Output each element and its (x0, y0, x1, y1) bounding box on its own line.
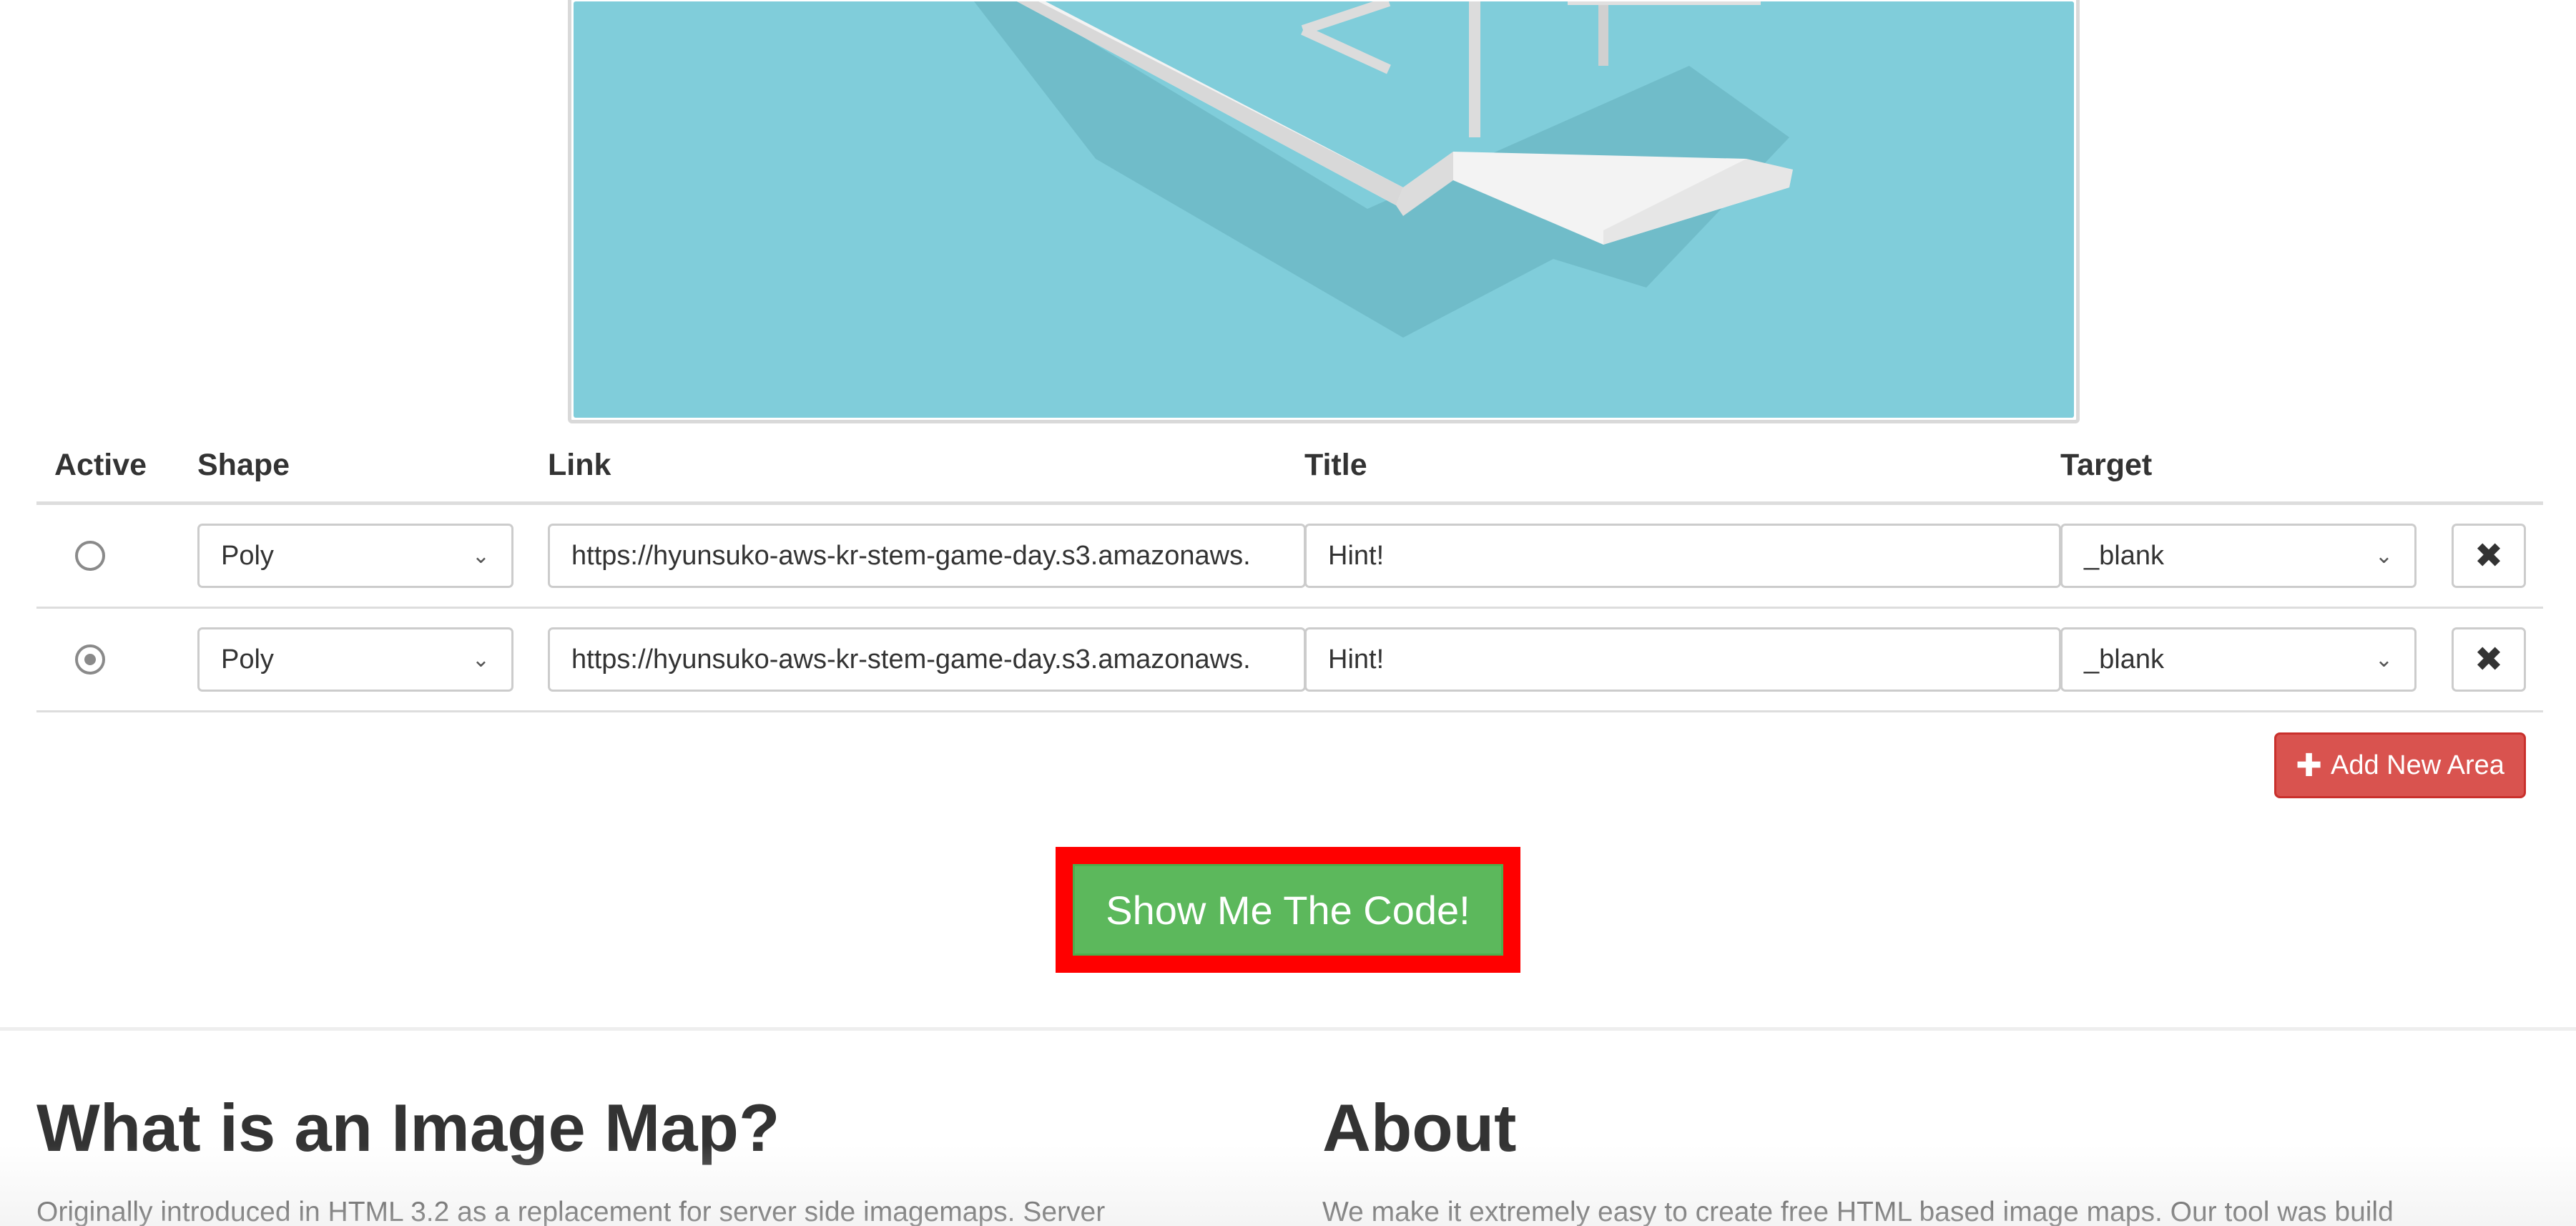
link-input[interactable]: https://hyunsuko-aws-kr-stem-game-day.s3… (548, 524, 1306, 588)
target-select[interactable]: _blank ⌄ (2060, 627, 2417, 692)
header-shape: Shape (197, 448, 290, 482)
header-active: Active (54, 448, 147, 482)
link-input-value: https://hyunsuko-aws-kr-stem-game-day.s3… (571, 644, 1251, 675)
about-heading: About (1322, 1090, 1517, 1165)
table-row: Poly ⌄ https://hyunsuko-aws-kr-stem-game… (36, 609, 2543, 712)
link-input[interactable]: https://hyunsuko-aws-kr-stem-game-day.s3… (548, 627, 1306, 692)
chevron-down-icon: ⌄ (2374, 544, 2393, 568)
target-select[interactable]: _blank ⌄ (2060, 524, 2417, 588)
highlight-frame: Show Me The Code! (1056, 847, 1520, 973)
image-preview[interactable] (568, 0, 2080, 423)
title-input-value: Hint! (1328, 644, 1385, 675)
page: Active Shape Link Title Target Poly ⌄ ht… (0, 0, 2576, 1226)
header-link: Link (548, 448, 611, 482)
add-new-area-label: Add New Area (2330, 750, 2504, 780)
isometric-illustration (974, 1, 1793, 338)
active-radio[interactable] (75, 644, 105, 675)
delete-area-button[interactable]: ✖ (2452, 524, 2526, 588)
show-code-label: Show Me The Code! (1106, 887, 1470, 933)
title-input[interactable]: Hint! (1304, 524, 2061, 588)
areas-table: Active Shape Link Title Target Poly ⌄ ht… (36, 429, 2543, 712)
delete-area-button[interactable]: ✖ (2452, 627, 2526, 692)
image-map-text: Originally introduced in HTML 3.2 as a r… (36, 1197, 1106, 1226)
link-input-value: https://hyunsuko-aws-kr-stem-game-day.s3… (571, 540, 1251, 571)
chevron-down-icon: ⌄ (2374, 647, 2393, 672)
preview-image (574, 1, 2074, 418)
close-icon: ✖ (2474, 641, 2504, 679)
target-select-value: _blank (2084, 644, 2164, 675)
shape-select-value: Poly (221, 644, 274, 675)
table-row: Poly ⌄ https://hyunsuko-aws-kr-stem-game… (36, 505, 2543, 609)
title-input[interactable]: Hint! (1304, 627, 2061, 692)
table-header: Active Shape Link Title Target (36, 429, 2543, 505)
add-new-area-button[interactable]: ✚ Add New Area (2274, 732, 2526, 798)
about-text: We make it extremely easy to create free… (1322, 1197, 2394, 1226)
close-icon: ✖ (2474, 537, 2504, 575)
show-code-button[interactable]: Show Me The Code! (1073, 864, 1503, 956)
shape-select-value: Poly (221, 540, 274, 571)
chevron-down-icon: ⌄ (471, 647, 490, 672)
title-input-value: Hint! (1328, 540, 1385, 571)
header-title: Title (1304, 448, 1367, 482)
header-target: Target (2060, 448, 2153, 482)
shape-select[interactable]: Poly ⌄ (197, 627, 513, 692)
image-map-heading: What is an Image Map? (36, 1090, 780, 1165)
target-select-value: _blank (2084, 540, 2164, 571)
shape-select[interactable]: Poly ⌄ (197, 524, 513, 588)
section-divider (0, 1027, 2576, 1031)
active-radio[interactable] (75, 541, 105, 571)
chevron-down-icon: ⌄ (471, 544, 490, 568)
plus-icon: ✚ (2296, 747, 2322, 783)
